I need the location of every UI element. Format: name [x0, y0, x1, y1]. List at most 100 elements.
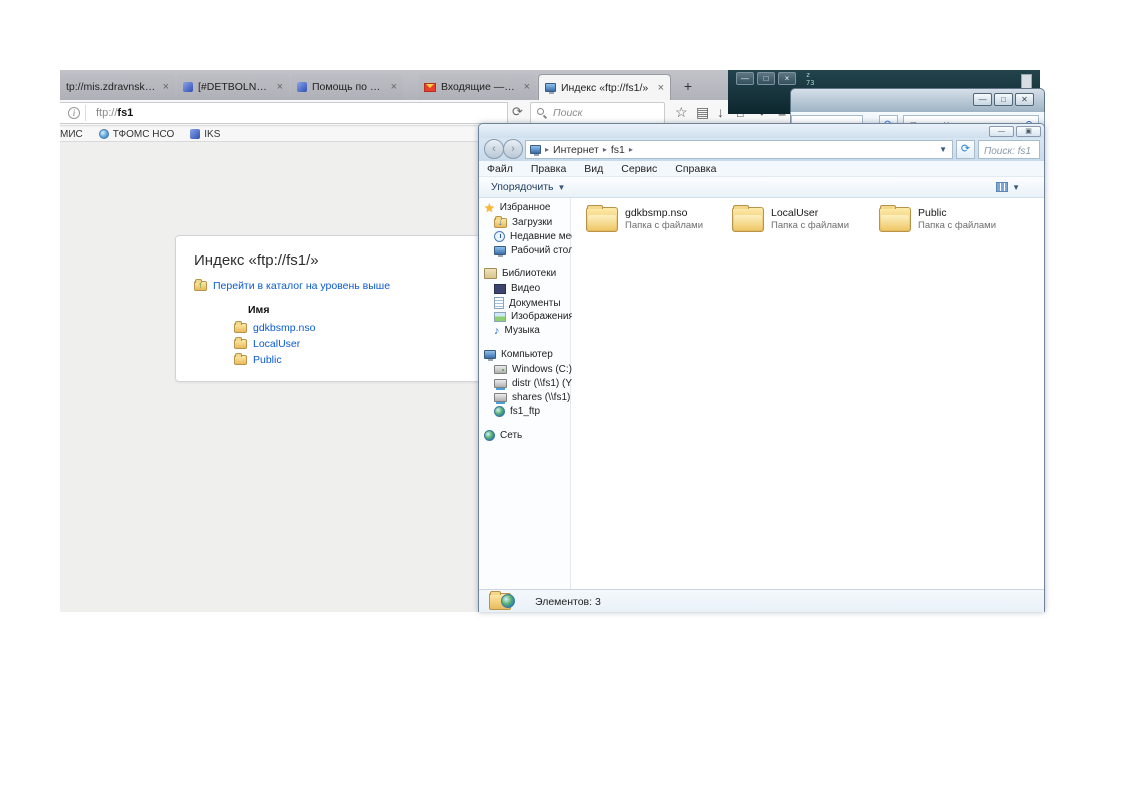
sidebar-item-downloads[interactable]: ↓ Загрузки	[494, 217, 552, 228]
new-tab-button[interactable]: +	[676, 78, 700, 98]
sidebar-item-pictures[interactable]: Изображения	[494, 311, 574, 322]
star-icon: ★	[484, 203, 495, 213]
maximize-icon[interactable]: □	[994, 93, 1013, 106]
chevron-down-icon: ▼	[557, 183, 565, 192]
jira-icon	[297, 82, 307, 92]
sidebar-item-video[interactable]: Видео	[494, 283, 540, 294]
tab-detbolnica[interactable]: [#DETBOLNICA-376] Наст...	[177, 74, 289, 100]
search-box[interactable]	[978, 140, 1040, 159]
page-title: Индекс «ftp://fs1/»	[194, 252, 319, 269]
yandex-mail-icon	[424, 83, 436, 92]
sidebar-group-libraries[interactable]: Библиотеки	[484, 268, 556, 279]
divider	[85, 105, 86, 121]
details-pane: Элементов: 3	[479, 589, 1044, 612]
menu-tools[interactable]: Сервис	[621, 163, 657, 175]
refresh-icon[interactable]: ⟳	[956, 140, 975, 159]
sidebar-group-label: Избранное	[500, 202, 551, 213]
bookmark-mis[interactable]: МИС	[60, 129, 83, 140]
up-directory-link[interactable]: ↑ Перейти в каталог на уровень выше	[194, 280, 390, 292]
bookmark-star-icon[interactable]: ☆	[675, 104, 688, 121]
ftp-entry-link: Public	[253, 354, 282, 366]
bookmark-label: МИС	[60, 129, 83, 140]
desktop-icon	[494, 246, 506, 255]
organize-button[interactable]: Упорядочить	[491, 181, 553, 193]
internet-location-icon	[530, 145, 541, 154]
tab-close-icon[interactable]	[161, 81, 169, 93]
search-input[interactable]	[979, 143, 1039, 160]
sidebar-item-label: Документы	[509, 298, 561, 309]
chevron-down-icon[interactable]: ▼	[939, 145, 947, 154]
sidebar-item-documents[interactable]: Документы	[494, 297, 561, 309]
tab-close-icon[interactable]	[389, 81, 397, 93]
tab-help-notation[interactable]: Помощь по нотации фор...	[291, 74, 403, 100]
console-text: 73	[806, 79, 814, 87]
sidebar-group-computer[interactable]: Компьютер	[484, 349, 553, 360]
menu-view[interactable]: Вид	[584, 163, 603, 175]
address-bar[interactable]: i ftp:// fs1	[60, 102, 508, 124]
menu-bar: Файл Правка Вид Сервис Справка	[479, 161, 1044, 177]
jira-icon	[183, 82, 193, 92]
menu-help[interactable]: Справка	[675, 163, 716, 175]
tab-close-icon[interactable]	[275, 81, 283, 93]
minimize-icon[interactable]: —	[736, 72, 754, 85]
console-text: z	[806, 71, 810, 79]
sidebar-group-favorites[interactable]: ★ Избранное	[484, 202, 550, 213]
folder-type: Папка с файлами	[625, 220, 703, 232]
sidebar-item-label: Windows (C:)	[512, 364, 572, 375]
breadcrumb-item-internet[interactable]: Интернет	[553, 144, 599, 156]
maximize-icon[interactable]: □	[757, 72, 775, 85]
sidebar-item-fs1-ftp[interactable]: fs1_ftp	[494, 406, 540, 417]
music-icon: ♪	[494, 326, 500, 336]
folder-icon	[234, 339, 247, 349]
bookmarks-menu-icon[interactable]: ▤	[696, 104, 709, 121]
firefox-tab-bar: tp://mis.zdravnsk.ru/ [#DETBOLNICA-376] …	[60, 70, 792, 100]
search-box[interactable]	[530, 102, 665, 124]
forward-icon[interactable]: ›	[503, 139, 523, 159]
sidebar-item-windows-c[interactable]: Windows (C:)	[494, 364, 572, 375]
reload-icon[interactable]: ⟳	[512, 104, 523, 120]
downloads-folder-icon: ↓	[494, 218, 507, 228]
site-info-icon[interactable]: i	[68, 107, 80, 119]
tab-close-icon[interactable]	[522, 81, 530, 93]
bookmark-iks[interactable]: IKS	[190, 129, 220, 140]
ftp-explorer-window: — ▣ ‹ › ▸ Интернет ▸ fs1 ▸ ▼ ⟳ Файл Прав…	[478, 123, 1045, 612]
tab-ftp-index-active[interactable]: Индекс «ftp://fs1/»	[538, 74, 671, 100]
sidebar-item-music[interactable]: ♪ Музыка	[494, 325, 540, 336]
breadcrumb-separator: ▸	[545, 145, 549, 154]
tab-label: Индекс «ftp://fs1/»	[561, 82, 651, 94]
downloads-icon[interactable]: ↓	[717, 104, 724, 120]
sidebar-item-label: Музыка	[505, 325, 540, 336]
ftp-entry-localuser[interactable]: LocalUser	[234, 338, 300, 350]
breadcrumb[interactable]: ▸ Интернет ▸ fs1 ▸ ▼	[525, 140, 953, 159]
menu-edit[interactable]: Правка	[531, 163, 566, 175]
folder-tile-localuser[interactable]: LocalUser Папка с файлами	[732, 201, 872, 237]
close-icon[interactable]: ×	[778, 72, 796, 85]
column-header-name[interactable]: Имя	[248, 304, 269, 316]
documents-icon	[494, 297, 504, 309]
ftp-entry-public[interactable]: Public	[234, 354, 282, 366]
sidebar-group-network[interactable]: Сеть	[484, 430, 522, 441]
tab-close-icon[interactable]	[656, 82, 664, 94]
minimize-icon[interactable]: —	[973, 93, 992, 106]
tab-mis-zdravnsk[interactable]: tp://mis.zdravnsk.ru/	[60, 74, 175, 100]
file-list: gdkbsmp.nso Папка с файлами LocalUser Па…	[572, 198, 1045, 589]
ftp-entry-gdkbsmp[interactable]: gdkbsmp.nso	[234, 322, 315, 334]
hdd-icon	[494, 365, 507, 374]
maximize-icon[interactable]: ▣	[1016, 126, 1041, 137]
sidebar-item-distr-y[interactable]: distr (\\fs1) (Y:)	[494, 378, 578, 389]
menu-file[interactable]: Файл	[487, 163, 513, 175]
recent-places-icon	[494, 231, 505, 242]
folder-tile-gdkbsmp[interactable]: gdkbsmp.nso Папка с файлами	[586, 201, 726, 237]
sidebar-item-desktop[interactable]: Рабочий стол	[494, 245, 574, 256]
sidebar-item-label: Загрузки	[512, 217, 552, 228]
search-input[interactable]	[531, 103, 664, 123]
chevron-down-icon: ▼	[1012, 183, 1020, 192]
minimize-icon[interactable]: —	[989, 126, 1014, 137]
bookmark-tfoms[interactable]: ТФОМС НСО	[99, 129, 175, 140]
close-icon[interactable]: ✕	[1015, 93, 1034, 106]
tab-yandex-mail[interactable]: Входящие — Яндекс.Почта	[418, 74, 536, 100]
folder-tile-public[interactable]: Public Папка с файлами	[879, 201, 1019, 237]
change-view-button[interactable]: ▼	[996, 182, 1020, 192]
back-icon[interactable]: ‹	[484, 139, 504, 159]
breadcrumb-item-fs1[interactable]: fs1	[611, 144, 625, 156]
